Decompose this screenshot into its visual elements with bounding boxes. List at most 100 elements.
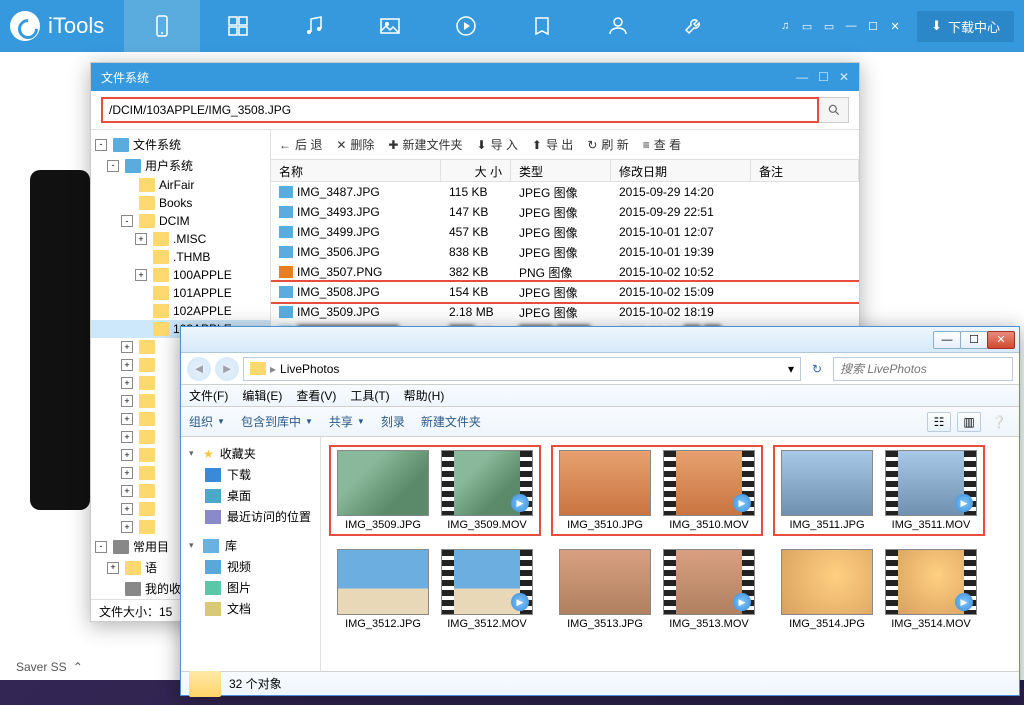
tab-music[interactable] [276,0,352,52]
download-center-button[interactable]: ⬇ 下载中心 [917,11,1014,42]
exp-close-button[interactable]: ✕ [987,331,1015,349]
tree-item[interactable]: Books [91,194,270,212]
view-mode-button[interactable]: ☷ [927,412,951,432]
minimize-icon[interactable]: — [843,18,859,34]
tree-expand-icon[interactable]: - [95,139,107,151]
side-libraries[interactable]: ▾库 [181,535,320,556]
col-size[interactable]: 大 小 [441,160,511,181]
tree-expand-icon[interactable]: + [121,413,133,425]
tree-expand-icon[interactable]: + [121,449,133,461]
side-desktop[interactable]: 桌面 [181,485,320,506]
tree-expand-icon[interactable]: + [121,503,133,515]
tree-expand-icon[interactable]: - [95,541,107,553]
explorer-search-input[interactable] [833,357,1013,381]
tab-contacts[interactable] [580,0,656,52]
col-name[interactable]: 名称 [271,160,441,181]
music-mini-icon[interactable]: ♫ [777,18,793,34]
breadcrumb[interactable]: ▸ LivePhotos ▾ [243,357,801,381]
tab-photos[interactable] [352,0,428,52]
tree-expand-icon[interactable]: + [121,485,133,497]
explorer-content[interactable]: IMG_3509.JPG▶IMG_3509.MOVIMG_3510.JPG▶IM… [321,437,1019,671]
tree-expand-icon[interactable] [121,179,133,191]
file-row[interactable]: IMG_3493.JPG147 KBJPEG 图像2015-09-29 22:5… [271,202,859,222]
tree-item[interactable]: +100APPLE [91,266,270,284]
tree-item[interactable]: -用户系统 [91,155,270,176]
chevron-down-icon[interactable]: ▾ [788,362,794,376]
fs-delete-button[interactable]: ✕删除 [336,136,374,153]
fs-newfolder-button[interactable]: ✚新建文件夹 [388,136,462,153]
nav-forward-button[interactable]: ► [215,357,239,381]
menu-tools[interactable]: 工具(T) [350,387,389,404]
fs-view-button[interactable]: ≡查 看 [643,136,681,153]
menu-file[interactable]: 文件(F) [189,387,228,404]
thumbnail[interactable]: ▶IMG_3509.MOV [438,450,536,531]
tab-apps[interactable] [200,0,276,52]
tree-item[interactable]: AirFair [91,176,270,194]
file-row[interactable]: IMG_3487.JPG115 KBJPEG 图像2015-09-29 14:2… [271,182,859,202]
thumbnail[interactable]: IMG_3509.JPG [334,450,432,531]
menu-help[interactable]: 帮助(H) [404,387,445,404]
tree-expand-icon[interactable]: + [121,395,133,407]
tree-item[interactable]: 102APPLE [91,302,270,320]
side-video[interactable]: 视频 [181,556,320,577]
fs-path-input[interactable] [101,97,819,123]
thumbnail[interactable]: IMG_3512.JPG [334,549,432,630]
file-row[interactable]: IMG_3508.JPG154 KBJPEG 图像2015-10-02 15:0… [271,282,859,302]
nav-refresh-button[interactable]: ↻ [805,357,829,381]
fs-search-button[interactable] [819,97,849,123]
fs-back-button[interactable]: ←后 退 [279,136,322,153]
col-type[interactable]: 类型 [511,160,611,181]
tree-expand-icon[interactable]: + [107,562,119,574]
newfolder-button[interactable]: 新建文件夹 [421,413,481,430]
file-row[interactable]: IMG_3506.JPG838 KBJPEG 图像2015-10-01 19:3… [271,242,859,262]
fs-titlebar[interactable]: 文件系统 — ☐ ✕ [91,63,859,91]
exp-maximize-button[interactable]: ☐ [960,331,988,349]
breadcrumb-item[interactable]: LivePhotos [280,362,339,376]
tree-expand-icon[interactable] [135,305,147,317]
close-icon[interactable]: ✕ [887,18,903,34]
file-row[interactable]: IMG_3509.JPG2.18 MBJPEG 图像2015-10-02 18:… [271,302,859,322]
thumbnail[interactable]: IMG_3510.JPG [556,450,654,531]
menu-edit[interactable]: 编辑(E) [242,387,282,404]
tree-expand-icon[interactable]: + [121,467,133,479]
help-button[interactable]: ❔ [987,412,1011,432]
fs-refresh-button[interactable]: ↻刷 新 [587,136,628,153]
tree-item[interactable]: -DCIM [91,212,270,230]
tree-item[interactable]: 101APPLE [91,284,270,302]
tab-video[interactable] [428,0,504,52]
side-picture[interactable]: 图片 [181,577,320,598]
tree-expand-icon[interactable]: - [121,215,133,227]
side-favorites[interactable]: ▾★收藏夹 [181,443,320,464]
include-button[interactable]: 包含到库中▼ [241,413,313,430]
tree-expand-icon[interactable] [107,583,119,595]
tree-expand-icon[interactable] [135,251,147,263]
tree-item[interactable]: +.MISC [91,230,270,248]
thumbnail[interactable]: IMG_3513.JPG [556,549,654,630]
side-doc[interactable]: 文档 [181,598,320,619]
tab-books[interactable] [504,0,580,52]
exp-minimize-button[interactable]: — [933,331,961,349]
fs-minimize-icon[interactable]: — [796,70,808,84]
skin-icon[interactable]: ▭ [821,18,837,34]
col-date[interactable]: 修改日期 [611,160,751,181]
fs-maximize-icon[interactable]: ☐ [818,70,829,84]
tree-expand-icon[interactable]: + [135,269,147,281]
tree-expand-icon[interactable]: + [121,359,133,371]
thumbnail[interactable]: ▶IMG_3510.MOV [660,450,758,531]
fs-import-button[interactable]: ⬇导 入 [477,136,518,153]
side-recent[interactable]: 最近访问的位置 [181,506,320,527]
thumbnail[interactable]: ▶IMG_3514.MOV [882,549,980,630]
thumbnail[interactable]: ▶IMG_3513.MOV [660,549,758,630]
tree-expand-icon[interactable] [121,197,133,209]
menu-view[interactable]: 查看(V) [296,387,336,404]
fs-export-button[interactable]: ⬆导 出 [532,136,573,153]
side-download[interactable]: 下载 [181,464,320,485]
explorer-titlebar[interactable]: — ☐ ✕ [181,327,1019,353]
tab-tools[interactable] [656,0,732,52]
preview-pane-button[interactable]: ▥ [957,412,981,432]
thumbnail[interactable]: ▶IMG_3511.MOV [882,450,980,531]
tree-expand-icon[interactable]: + [135,233,147,245]
fs-close-icon[interactable]: ✕ [839,70,849,84]
nav-back-button[interactable]: ◄ [187,357,211,381]
tree-item[interactable]: .THMB [91,248,270,266]
